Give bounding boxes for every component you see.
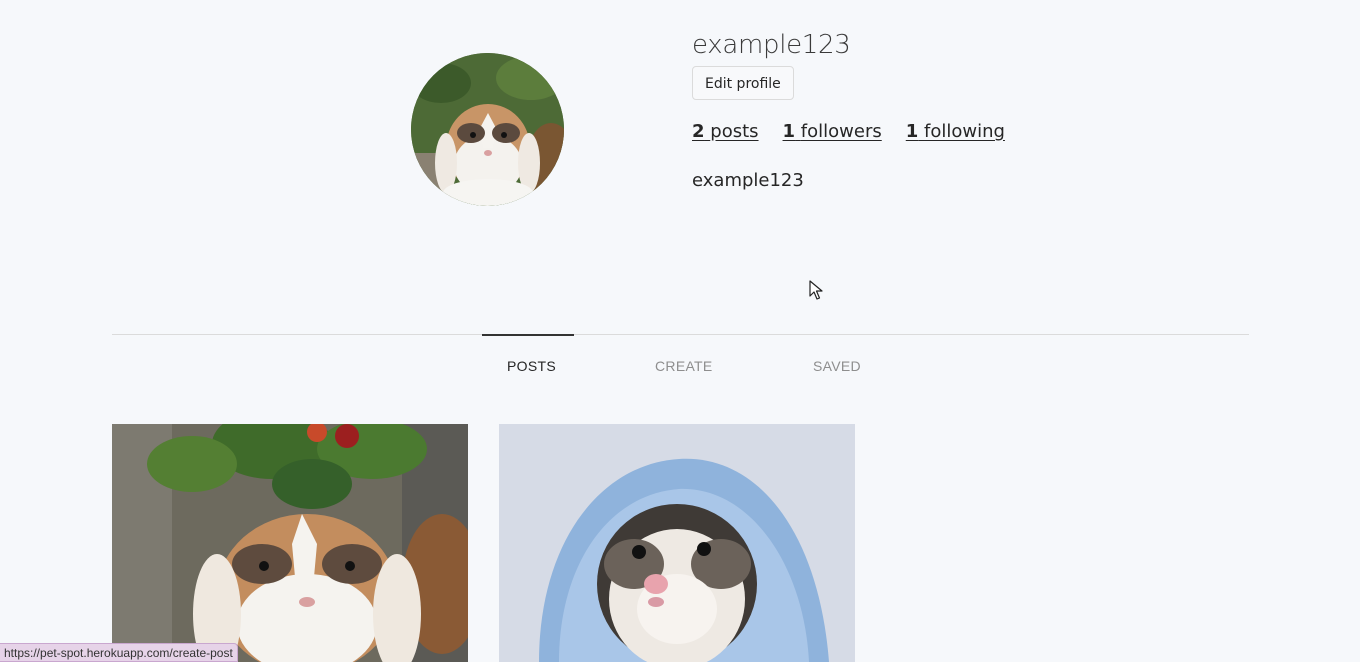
following-count: 1 bbox=[905, 121, 919, 142]
posts-label: posts bbox=[710, 121, 759, 142]
profile-page: example123 Edit profile 2 posts 1 follow… bbox=[0, 0, 1360, 662]
profile-username: example123 bbox=[692, 30, 851, 60]
status-bar-url: https://pet-spot.herokuapp.com/create-po… bbox=[0, 643, 238, 662]
post-thumbnail-hamster[interactable] bbox=[499, 424, 855, 662]
rabbit-post-image bbox=[112, 424, 468, 662]
avatar-rabbit-image bbox=[411, 53, 564, 206]
posts-count-link[interactable]: 2 posts bbox=[692, 121, 759, 142]
tab-posts[interactable]: POSTS bbox=[507, 358, 556, 374]
tab-create[interactable]: CREATE bbox=[655, 358, 713, 374]
mouse-cursor-icon bbox=[809, 280, 823, 300]
edit-profile-button[interactable]: Edit profile bbox=[692, 66, 794, 100]
following-label: following bbox=[924, 121, 1005, 142]
active-tab-indicator bbox=[482, 334, 574, 336]
avatar[interactable] bbox=[411, 53, 564, 206]
profile-stats: 2 posts 1 followers 1 following bbox=[692, 121, 1005, 142]
followers-count-link[interactable]: 1 followers bbox=[783, 121, 882, 142]
posts-count: 2 bbox=[692, 121, 705, 142]
tabs-divider bbox=[112, 334, 1249, 335]
following-count-link[interactable]: 1 following bbox=[906, 121, 1005, 142]
profile-full-name: example123 bbox=[692, 170, 804, 191]
followers-count: 1 bbox=[782, 121, 796, 142]
tab-saved[interactable]: SAVED bbox=[813, 358, 861, 374]
post-thumbnail-rabbit[interactable] bbox=[112, 424, 468, 662]
followers-label: followers bbox=[800, 121, 882, 142]
hamster-post-image bbox=[499, 424, 855, 662]
